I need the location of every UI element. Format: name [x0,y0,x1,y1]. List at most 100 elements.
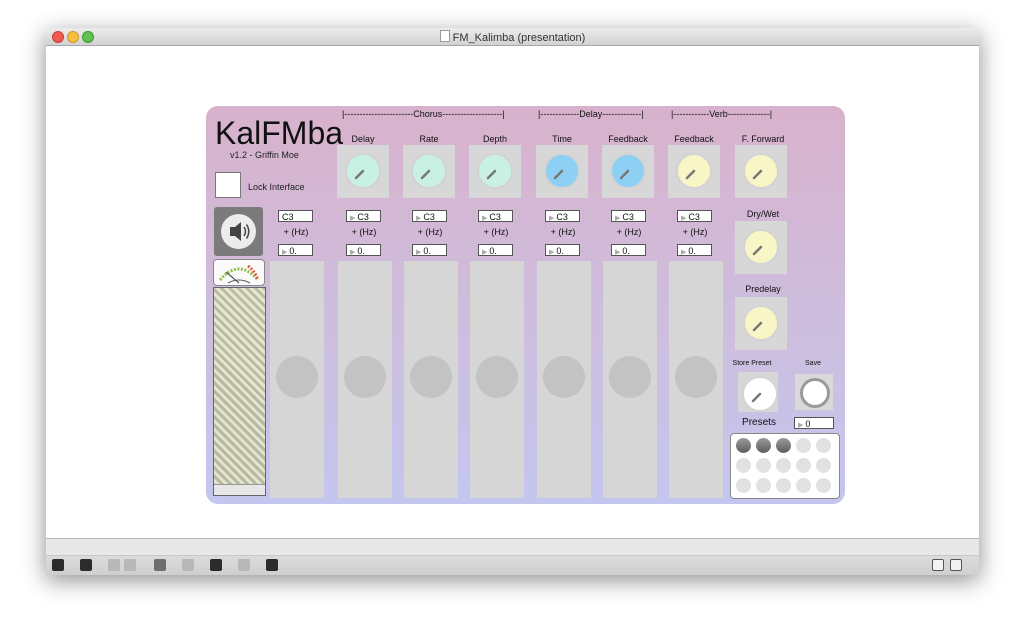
hz-box[interactable]: ▶ 0. [412,244,447,256]
param-dial[interactable] [610,153,646,189]
slider-knob[interactable] [410,356,452,398]
preset-cell[interactable] [796,478,811,493]
column-slider-5[interactable] [603,261,657,498]
preset-matrix[interactable] [730,433,840,499]
hz-box[interactable]: ▶ 0. [346,244,381,256]
slider-hz-label: + (Hz) [283,227,309,237]
dial-bg [536,145,588,198]
lock-interface-toggle[interactable] [215,172,241,198]
preset-cell[interactable] [736,458,751,473]
app-title: KalFMba [215,115,344,151]
column-slider-6[interactable] [669,261,723,498]
note-box[interactable]: ▶ C3 [545,210,580,222]
preset-cell[interactable] [756,438,771,453]
single-view-icon[interactable] [950,559,962,571]
column-label: Time [552,134,572,144]
column-label: Delay [351,134,375,144]
hz-label: + (Hz) [550,227,576,237]
triangle-icon: ▶ [615,249,621,256]
column-slider-2[interactable] [404,261,458,498]
triangle-icon: ▶ [350,215,356,222]
preset-cell[interactable] [796,438,811,453]
output-gain-slider[interactable] [213,287,266,496]
preset-cell[interactable] [776,478,791,493]
note-box[interactable]: ▶ C3 [346,210,381,222]
drywet-dial[interactable] [743,229,779,265]
param-dial[interactable] [676,153,712,189]
triangle-icon: ▶ [416,249,422,256]
preset-cell[interactable] [776,458,791,473]
hz-label: + (Hz) [351,227,377,237]
note-box[interactable]: ▶ C3 [611,210,646,222]
version-label: v1.2 - Griffin Moe [230,150,299,160]
preset-cell[interactable] [816,458,831,473]
info-icon[interactable] [182,559,194,571]
preset-cell[interactable] [816,438,831,453]
note-box[interactable]: ▶ C3 [412,210,447,222]
predelay-dial-bg [735,297,787,350]
forward-dial[interactable] [743,153,779,189]
preset-cell[interactable] [736,478,751,493]
store-preset-dial[interactable] [742,376,778,412]
grid-icon[interactable] [238,559,250,571]
preset-cell[interactable] [796,458,811,473]
preset-cell[interactable] [816,478,831,493]
triangle-icon: ▶ [681,249,687,256]
param-dial[interactable] [544,153,580,189]
drywet-dial-bg [735,221,787,274]
slider-knob[interactable] [476,356,518,398]
hz-box[interactable]: ▶ 0. [545,244,580,256]
chorus-header: |-----------------------Chorus----------… [342,109,505,119]
dial-bg [668,145,720,198]
triangle-icon: ▶ [615,215,621,222]
gain-slider-foot [214,484,265,495]
slider-note-box[interactable]: C3 [278,210,313,222]
lock-interface-label: Lock Interface [248,182,305,192]
patch-icon[interactable] [80,559,92,571]
inspect-icon[interactable] [154,559,166,571]
preset-cell[interactable] [756,458,771,473]
slider-knob[interactable] [276,356,318,398]
triangle-icon: ▶ [416,215,422,222]
hz-label: + (Hz) [682,227,708,237]
hz-box[interactable]: ▶ 0. [478,244,513,256]
param-dial[interactable] [411,153,447,189]
hz-box[interactable]: ▶ 0. [611,244,646,256]
window-title: FM_Kalimba (presentation) [46,30,979,44]
bottom-toolbar [46,538,979,575]
slider-knob[interactable] [675,356,717,398]
debug-icon[interactable] [266,559,278,571]
preset-number-box[interactable]: ▶ 0 [794,417,834,429]
level-meter [213,259,265,286]
predelay-label: Predelay [745,284,781,294]
dial-bg [337,145,389,198]
param-dial[interactable] [345,153,381,189]
note-box[interactable]: ▶ C3 [478,210,513,222]
slider-knob[interactable] [344,356,386,398]
save-circle-icon [800,378,830,408]
column-slider-4[interactable] [537,261,591,498]
presets-label: Presets [742,417,776,428]
slider-knob[interactable] [609,356,651,398]
hz-box[interactable]: ▶ 0. [677,244,712,256]
slider-knob[interactable] [543,356,585,398]
preset-cell[interactable] [736,438,751,453]
column-label: Feedback [674,134,714,144]
preset-cell[interactable] [756,478,771,493]
close-icon[interactable] [124,559,136,571]
split-view-icon[interactable] [932,559,944,571]
preset-cell[interactable] [776,438,791,453]
column-slider-3[interactable] [470,261,524,498]
column-slider-1[interactable] [338,261,392,498]
slider-hz-box[interactable]: ▶ 0. [278,244,313,256]
column-slider-0[interactable] [270,261,324,498]
note-box[interactable]: ▶ C3 [677,210,712,222]
lock-icon[interactable] [52,559,64,571]
save-button[interactable] [795,374,833,410]
triangle-icon: ▶ [549,249,555,256]
presentation-icon[interactable] [210,559,222,571]
audio-toggle-button[interactable] [214,207,263,256]
pair-icon[interactable] [108,559,120,571]
predelay-dial[interactable] [743,305,779,341]
param-dial[interactable] [477,153,513,189]
